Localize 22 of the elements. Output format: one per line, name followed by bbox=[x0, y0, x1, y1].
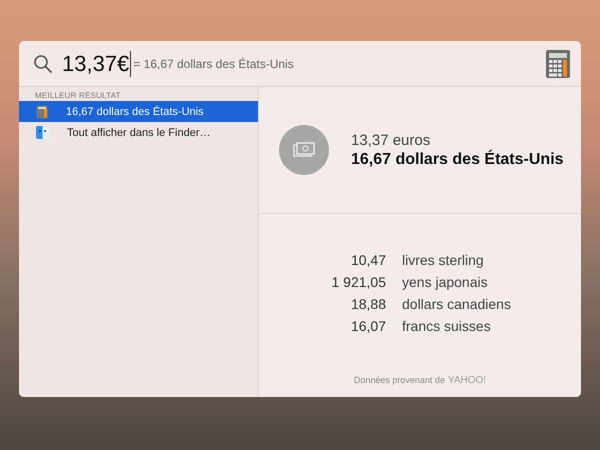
currency-name: livres sterling bbox=[402, 252, 484, 270]
section-header: MEILLEUR RÉSULTAT bbox=[34, 90, 122, 101]
currency-name: yens japonais bbox=[402, 274, 488, 292]
calculator-icon bbox=[36, 104, 48, 118]
result-item[interactable]: 16,67 dollars des États-Unis bbox=[19, 101, 258, 122]
currency-name: dollars canadiens bbox=[402, 296, 511, 314]
converted-amount: 16,67 dollars des États-Unis bbox=[351, 150, 564, 168]
completion-text: = 16,67 dollars des États-Unis bbox=[133, 56, 295, 70]
provider-logo: YAHOO! bbox=[448, 375, 486, 386]
attribution-text: Données provenant de bbox=[354, 375, 445, 386]
amount-text: 16,07 bbox=[350, 318, 386, 336]
result-item[interactable]: Tout afficher dans le Finder… bbox=[19, 122, 258, 143]
search-field[interactable]: 13,37€ bbox=[62, 50, 132, 76]
amount-text: 18,88 bbox=[350, 296, 386, 314]
currency-badge-icon bbox=[279, 125, 329, 175]
amount-text: 1 921,05 bbox=[330, 274, 386, 292]
finder-icon bbox=[36, 126, 49, 139]
currency-name: francs suisses bbox=[402, 318, 491, 336]
amount-text: 10,47 bbox=[350, 252, 386, 270]
search-icon bbox=[33, 54, 53, 74]
source-amount: 13,37 euros bbox=[351, 132, 432, 148]
calculator-icon bbox=[545, 48, 571, 78]
